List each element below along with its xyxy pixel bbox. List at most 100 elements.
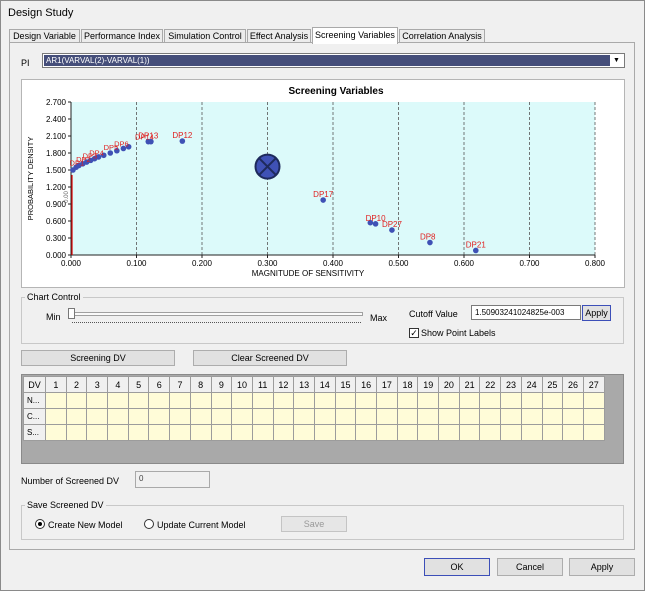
tab-screening-variables[interactable]: Screening Variables xyxy=(312,27,398,44)
grid-cell[interactable] xyxy=(231,408,253,425)
grid-cell[interactable] xyxy=(376,392,398,409)
grid-cell[interactable] xyxy=(210,392,233,409)
grid-cell[interactable] xyxy=(479,392,502,409)
grid-cell[interactable] xyxy=(541,408,564,425)
grid-cell[interactable] xyxy=(334,424,357,441)
grid-cell[interactable] xyxy=(396,408,419,425)
grid-cell[interactable] xyxy=(417,408,440,425)
grid-cell[interactable] xyxy=(458,392,481,409)
grid-cell[interactable] xyxy=(189,424,212,441)
grid-cell[interactable] xyxy=(541,424,564,441)
chevron-down-icon[interactable]: ▼ xyxy=(610,54,623,67)
grid-cell[interactable] xyxy=(86,392,109,409)
grid-cell[interactable] xyxy=(189,408,212,425)
grid-cell[interactable] xyxy=(458,408,481,425)
create-new-model-radio[interactable] xyxy=(35,519,45,529)
grid-cell[interactable] xyxy=(231,392,253,409)
grid-cell[interactable] xyxy=(272,392,295,409)
grid-cell[interactable] xyxy=(293,408,315,425)
grid-cell[interactable] xyxy=(355,408,377,425)
grid-cell[interactable] xyxy=(189,392,212,409)
grid-cell[interactable] xyxy=(107,392,129,409)
grid-cell[interactable] xyxy=(107,424,129,441)
update-current-model-radio[interactable] xyxy=(144,519,154,529)
cutoff-apply-button[interactable]: Apply xyxy=(582,305,611,321)
save-button[interactable]: Save xyxy=(281,516,347,532)
grid-cell[interactable] xyxy=(169,392,191,409)
cutoff-slider-track[interactable] xyxy=(71,312,363,316)
grid-cell[interactable] xyxy=(376,424,398,441)
grid-cell[interactable] xyxy=(313,424,336,441)
cutoff-value-input[interactable]: 1.50903241024825e-003 xyxy=(471,305,581,320)
grid-cell[interactable] xyxy=(438,408,460,425)
tab-design-variable[interactable]: Design Variable xyxy=(9,29,80,43)
grid-cell[interactable] xyxy=(148,392,171,409)
grid-cell[interactable] xyxy=(438,392,460,409)
grid-cell[interactable] xyxy=(231,424,253,441)
screening-chart[interactable]: Screening Variables 0.000 0.100 0.200 0.300… xyxy=(22,80,624,287)
grid-cell[interactable] xyxy=(479,408,502,425)
grid-cell[interactable] xyxy=(396,392,419,409)
grid-cell[interactable] xyxy=(86,424,109,441)
grid-cell[interactable] xyxy=(251,408,274,425)
grid-cell[interactable] xyxy=(334,392,357,409)
grid-cell[interactable] xyxy=(169,424,191,441)
show-point-labels-checkbox[interactable]: ✓ xyxy=(409,328,419,338)
tab-performance-index[interactable]: Performance Index xyxy=(81,29,163,43)
grid-cell[interactable] xyxy=(127,392,150,409)
grid-cell[interactable] xyxy=(479,424,502,441)
grid-cell[interactable] xyxy=(127,424,150,441)
grid-cell[interactable] xyxy=(562,392,584,409)
grid-cell[interactable] xyxy=(355,392,377,409)
grid-cell[interactable] xyxy=(417,424,440,441)
grid-cell[interactable] xyxy=(313,408,336,425)
grid-cell[interactable] xyxy=(169,408,191,425)
ok-button[interactable]: OK xyxy=(424,558,490,576)
cancel-button[interactable]: Cancel xyxy=(497,558,563,576)
tab-effect-analysis[interactable]: Effect Analysis xyxy=(247,29,311,43)
grid-cell[interactable] xyxy=(272,408,295,425)
tab-correlation-analysis[interactable]: Correlation Analysis xyxy=(399,29,485,43)
grid-cell[interactable] xyxy=(210,424,233,441)
apply-button[interactable]: Apply xyxy=(569,558,635,576)
grid-cell[interactable] xyxy=(148,424,171,441)
grid-cell[interactable] xyxy=(355,424,377,441)
grid-cell[interactable] xyxy=(107,408,129,425)
grid-cell[interactable] xyxy=(334,408,357,425)
grid-cell[interactable] xyxy=(582,408,605,425)
grid-cell[interactable] xyxy=(313,392,336,409)
grid-cell[interactable] xyxy=(582,392,605,409)
grid-cell[interactable] xyxy=(500,408,522,425)
grid-cell[interactable] xyxy=(45,408,67,425)
grid-cell[interactable] xyxy=(293,424,315,441)
grid-cell[interactable] xyxy=(438,424,460,441)
clear-screened-dv-button[interactable]: Clear Screened DV xyxy=(193,350,347,366)
grid-cell[interactable] xyxy=(376,408,398,425)
grid-cell[interactable] xyxy=(45,392,67,409)
grid-cell[interactable] xyxy=(210,408,233,425)
grid-cell[interactable] xyxy=(272,424,295,441)
grid-cell[interactable] xyxy=(582,424,605,441)
grid-cell[interactable] xyxy=(562,424,584,441)
grid-cell[interactable] xyxy=(65,392,88,409)
grid-cell[interactable] xyxy=(520,424,543,441)
tab-simulation-control[interactable]: Simulation Control xyxy=(164,29,246,43)
grid-cell[interactable] xyxy=(500,392,522,409)
grid-cell[interactable] xyxy=(520,408,543,425)
grid-cell[interactable] xyxy=(45,424,67,441)
grid-cell[interactable] xyxy=(251,424,274,441)
grid-cell[interactable] xyxy=(65,408,88,425)
grid-cell[interactable] xyxy=(293,392,315,409)
grid-cell[interactable] xyxy=(396,424,419,441)
grid-cell[interactable] xyxy=(500,424,522,441)
grid-cell[interactable] xyxy=(148,408,171,425)
grid-cell[interactable] xyxy=(541,392,564,409)
cutoff-slider-thumb[interactable] xyxy=(68,308,75,319)
pi-dropdown[interactable]: AR1(VARVAL(2)-VARVAL(1)) ▼ xyxy=(42,53,625,68)
grid-cell[interactable] xyxy=(65,424,88,441)
grid-cell[interactable] xyxy=(562,408,584,425)
grid-cell[interactable] xyxy=(86,408,109,425)
grid-cell[interactable] xyxy=(458,424,481,441)
grid-cell[interactable] xyxy=(127,408,150,425)
grid-cell[interactable] xyxy=(520,392,543,409)
